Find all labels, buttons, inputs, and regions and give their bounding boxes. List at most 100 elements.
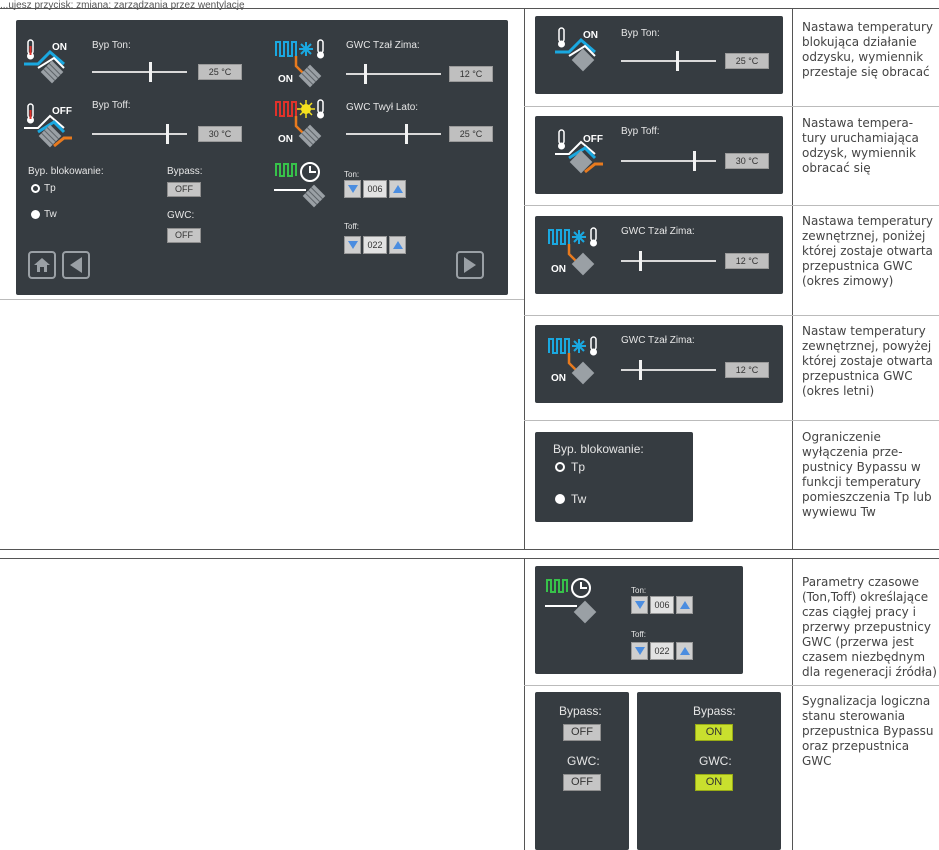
status-on-bypass-label: Bypass:	[693, 704, 736, 718]
row4-slider-thumb[interactable]	[639, 360, 642, 380]
table-border	[0, 549, 939, 550]
back-button[interactable]	[62, 251, 90, 279]
gwc-zima-value: 12 °C	[449, 66, 493, 82]
row5-radio-tp[interactable]	[555, 462, 565, 472]
home-button[interactable]	[28, 251, 56, 279]
row1-state: ON	[583, 30, 598, 41]
row6-ton-label: Ton:	[631, 586, 647, 595]
row3-description: Nastawa temperatury zewnętrznej, poniżej…	[802, 214, 934, 288]
toff-decrease-button[interactable]	[344, 236, 361, 254]
byp-blokowanie-label: Byp. blokowanie:	[28, 166, 104, 177]
gwc-timer-icon	[545, 578, 597, 624]
ton-stepper: 006	[344, 180, 406, 198]
row1-value: 25 °C	[725, 53, 769, 69]
row6-ton-decrease[interactable]	[631, 596, 648, 614]
home-icon	[34, 258, 50, 272]
status-off-panel: Bypass: OFF GWC: OFF	[535, 692, 629, 850]
table-border	[0, 299, 524, 300]
row6-toff-value: 022	[650, 642, 674, 660]
row3-state: ON	[551, 264, 566, 275]
gwc-zima-label: GWC Tzał Zima:	[346, 40, 420, 51]
radio-tw-label: Tw	[44, 209, 57, 220]
row1-slider-thumb[interactable]	[676, 51, 679, 71]
arrow-right-icon	[464, 257, 476, 273]
gwc-zima-detail-panel: ON GWC Tzał Zima: 12 °C	[535, 216, 783, 294]
row1-slider-track[interactable]	[621, 60, 716, 62]
toff-increase-button[interactable]	[389, 236, 406, 254]
byp-ton-slider-track[interactable]	[92, 71, 187, 73]
byp-ton-value: 25 °C	[198, 64, 242, 80]
row5-opt2: Tw	[571, 492, 587, 506]
status-off-bypass-value: OFF	[563, 724, 601, 741]
ton-decrease-button[interactable]	[344, 180, 361, 198]
ton-value: 006	[363, 180, 387, 198]
bypass-status-label: Bypass:	[167, 166, 203, 177]
byp-toff-slider-thumb[interactable]	[166, 124, 169, 144]
row6-toff-decrease[interactable]	[631, 642, 648, 660]
status-on-panel: Bypass: ON GWC: ON	[637, 692, 781, 850]
radio-tw[interactable]	[31, 210, 40, 219]
row2-label: Byp Toff:	[621, 126, 660, 137]
bypass-status-button: OFF	[167, 182, 201, 197]
row4-value: 12 °C	[725, 362, 769, 378]
table-divider	[792, 8, 793, 549]
toff-stepper: 022	[344, 236, 406, 254]
gwc-lato-detail-panel: ON GWC Tzał Zima: 12 °C	[535, 325, 783, 403]
status-on-bypass-value: ON	[695, 724, 733, 741]
byp-toff-value: 30 °C	[198, 126, 242, 142]
gwc-zima-slider-track[interactable]	[346, 73, 441, 75]
gwc-zima-slider-thumb[interactable]	[364, 64, 367, 84]
row4-state: ON	[551, 373, 566, 384]
table-border	[524, 420, 939, 421]
row4-description: Nastaw temperatury zewnętrznej, powyżej …	[802, 324, 933, 398]
byp-ton-slider-thumb[interactable]	[149, 62, 152, 82]
table-divider	[524, 8, 525, 549]
row4-label: GWC Tzał Zima:	[621, 335, 695, 346]
ton-label: Ton:	[344, 170, 360, 179]
row3-label: GWC Tzał Zima:	[621, 226, 695, 237]
gwc-lato-slider-thumb[interactable]	[405, 124, 408, 144]
gwc-timer-icon	[274, 160, 334, 210]
row6-ton-increase[interactable]	[676, 596, 693, 614]
gwc-status-button: OFF	[167, 228, 201, 243]
row3-slider-thumb[interactable]	[639, 251, 642, 271]
table-border	[0, 8, 939, 9]
row2-value: 30 °C	[725, 153, 769, 169]
toff-value: 022	[363, 236, 387, 254]
table-divider	[524, 558, 525, 850]
gwc-zima-state: ON	[278, 74, 293, 85]
row6-toff-label: Toff:	[631, 630, 646, 639]
row2-description: Nastawa tempera-tury uruchamiająca odzys…	[802, 116, 919, 175]
table-border	[0, 558, 939, 559]
row1-label: Byp Ton:	[621, 28, 660, 39]
blokowanie-detail-panel: Byp. blokowanie: Tp Tw	[535, 432, 693, 522]
forward-button[interactable]	[456, 251, 484, 279]
status-off-gwc-label: GWC:	[567, 754, 600, 768]
toff-label: Toff:	[344, 222, 359, 231]
page-header: ...ujesz przycisk: zmiana: zarządzania p…	[0, 0, 245, 11]
byp-toff-detail-panel: OFF Byp Toff: 30 °C	[535, 116, 783, 194]
byp-toff-state: OFF	[52, 106, 72, 117]
byp-ton-state: ON	[52, 42, 67, 53]
gwc-status-label: GWC:	[167, 210, 195, 221]
row2-slider-thumb[interactable]	[693, 151, 696, 171]
radio-tp[interactable]	[31, 184, 40, 193]
row3-slider-track[interactable]	[621, 260, 716, 262]
main-settings-panel: ON Byp Ton: 25 °C OFF Byp Toff: 30 °C By…	[16, 20, 508, 295]
gwc-lato-state: ON	[278, 134, 293, 145]
table-border	[524, 685, 939, 686]
time-detail-panel: Ton: 006 Toff: 022	[535, 566, 743, 674]
radio-tp-label: Tp	[44, 183, 56, 194]
row6-ton-value: 006	[650, 596, 674, 614]
row2-slider-track[interactable]	[621, 160, 716, 162]
row5-radio-tw[interactable]	[555, 494, 565, 504]
byp-ton-detail-panel: ON Byp Ton: 25 °C	[535, 16, 783, 94]
byp-toff-slider-track[interactable]	[92, 133, 187, 135]
gwc-lato-slider-track[interactable]	[346, 133, 441, 135]
ton-increase-button[interactable]	[389, 180, 406, 198]
table-border	[524, 315, 939, 316]
row6-toff-increase[interactable]	[676, 642, 693, 660]
byp-ton-label: Byp Ton:	[92, 40, 131, 51]
row4-slider-track[interactable]	[621, 369, 716, 371]
row5-label: Byp. blokowanie:	[553, 442, 644, 456]
